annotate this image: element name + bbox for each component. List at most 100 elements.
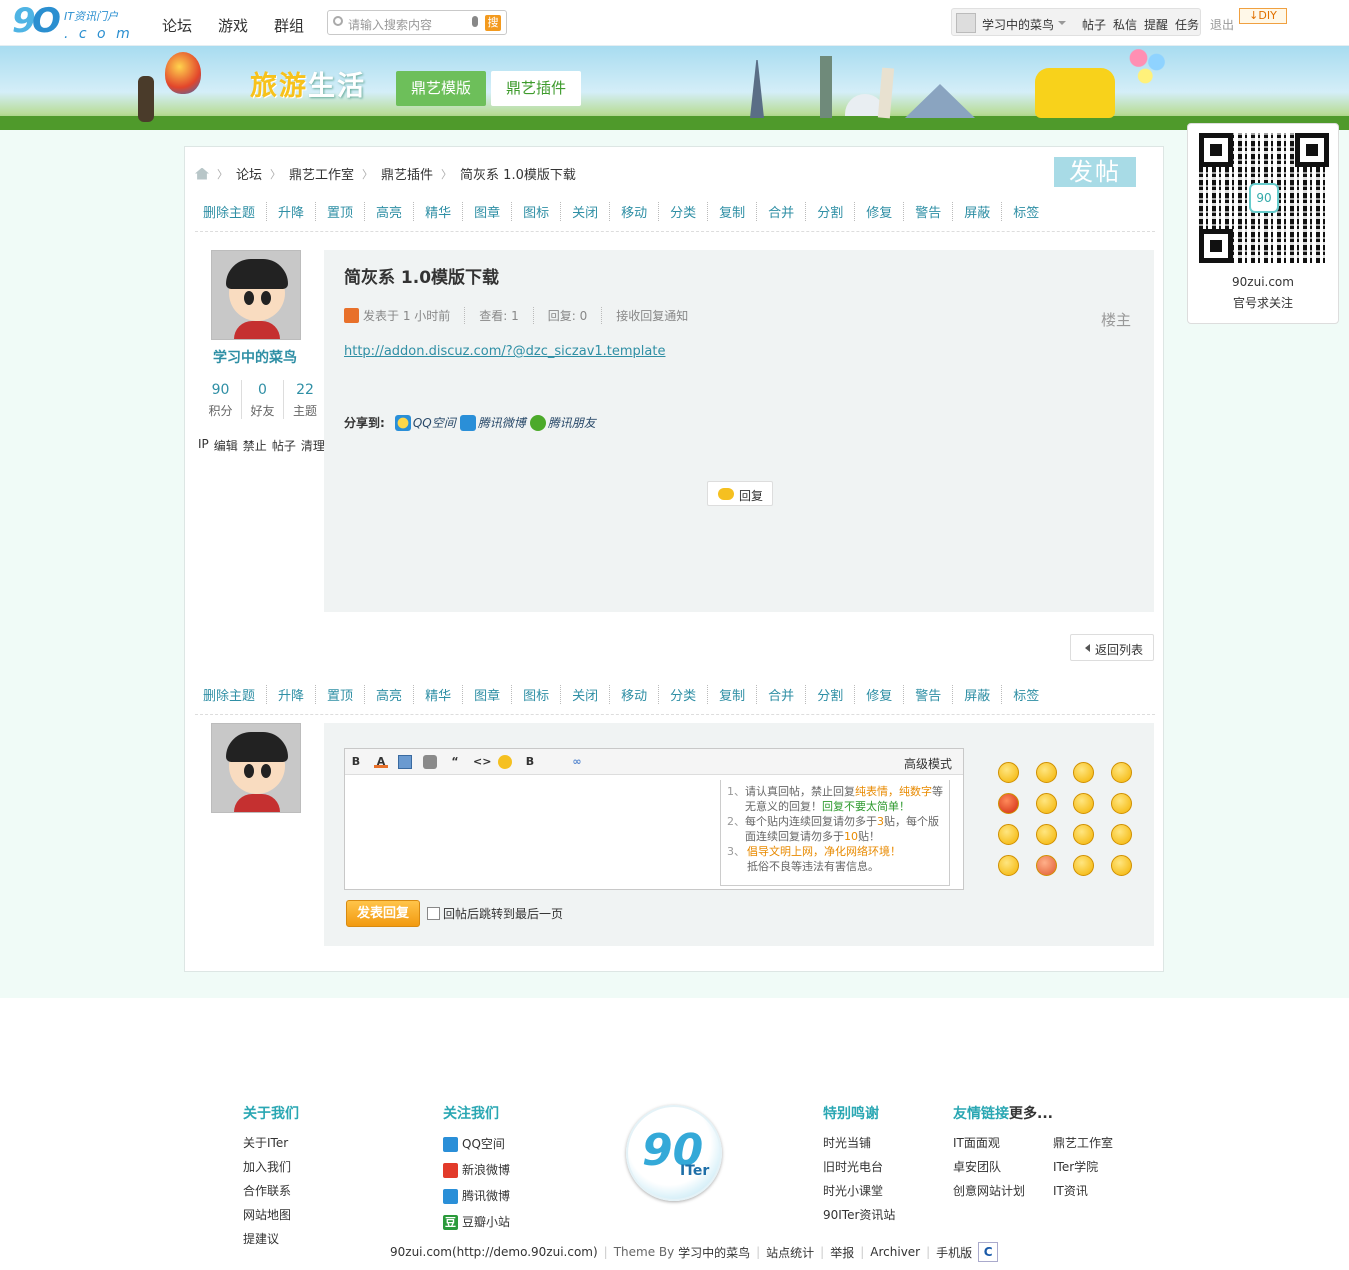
footer-link[interactable]: 时光小课堂 [823,1179,895,1203]
share-tencent-weibo[interactable]: 腾讯微博 [478,414,526,431]
admin-ban[interactable]: 禁止 [243,437,267,454]
mod-icon[interactable]: 图标 [523,202,562,221]
site-logo[interactable]: 9 O IT资讯门户 . c o m [12,1,132,42]
mod-delete[interactable]: 删除主题 [203,202,268,221]
banner-button-templates[interactable]: 鼎艺模版 [396,71,486,106]
jump-checkbox[interactable] [427,907,440,920]
code-icon[interactable]: <> [473,755,491,769]
mod-category[interactable]: 分类 [670,685,709,704]
footer-link[interactable]: 卓安团队 [953,1155,1053,1179]
mod-move[interactable]: 移动 [621,202,660,221]
footer-link[interactable]: IT面面观 [953,1131,1053,1155]
follow-douban[interactable]: 豆豆瓣小站 [443,1209,510,1235]
mod-merge[interactable]: 合并 [768,202,807,221]
mod-copy[interactable]: 复制 [719,685,758,704]
author-name[interactable]: 学习中的菜鸟 [213,347,297,367]
mod-tag[interactable]: 标签 [1013,202,1050,221]
reply-button[interactable]: 回复 [707,481,773,506]
smiley-icon[interactable] [998,793,1020,814]
admin-clean[interactable]: 清理 [301,437,325,454]
mod-highlight[interactable]: 高亮 [376,685,415,704]
post-link[interactable]: http://addon.discuz.com/?@dzc_siczav1.te… [344,344,665,359]
follow-qzone[interactable]: QQ空间 [443,1131,510,1157]
breadcrumb-forum[interactable]: 论坛 [236,164,262,183]
smiley-icon[interactable] [998,824,1020,845]
submit-reply-button[interactable]: 发表回复 [346,900,420,927]
smiley-icon[interactable] [1110,824,1132,845]
smiley-icon[interactable] [1110,855,1132,876]
author-avatar[interactable] [211,250,301,340]
admin-ip[interactable]: IP [198,437,209,454]
logout-link[interactable]: 退出 [1210,16,1234,33]
mod-repair[interactable]: 修复 [866,685,905,704]
jump-to-last-page-option[interactable]: 回帖后跳转到最后一页 [427,905,563,922]
user-link-tasks[interactable]: 任务 [1175,16,1199,33]
smiley-icon[interactable] [1073,824,1095,845]
mod-bump[interactable]: 升降 [278,202,317,221]
search-input[interactable]: 请输入搜索内容 [348,16,432,33]
smiley-icon[interactable] [1035,824,1057,845]
share-tencent-friends[interactable]: 腾讯朋友 [548,414,596,431]
mod-stamp[interactable]: 图章 [474,685,513,704]
tencent-friends-icon[interactable] [529,414,546,431]
smiley-icon[interactable] [1035,855,1057,876]
home-icon[interactable] [195,167,209,180]
user-link-posts[interactable]: 帖子 [1082,16,1106,33]
current-user-avatar[interactable] [211,723,301,813]
nav-forum[interactable]: 论坛 [162,15,192,36]
admin-posts[interactable]: 帖子 [272,437,296,454]
breadcrumb-studio[interactable]: 鼎艺工作室 [289,164,354,183]
mod-warn[interactable]: 警告 [915,202,954,221]
reply-notify-toggle[interactable]: 接收回复通知 [616,307,702,324]
mod-merge[interactable]: 合并 [768,685,807,704]
more-links[interactable]: 更多... [1009,1106,1053,1122]
footer-link[interactable]: 网站地图 [243,1203,299,1227]
banner-button-plugins[interactable]: 鼎艺插件 [491,71,581,106]
quote-icon[interactable]: “ [448,755,462,769]
nav-groups[interactable]: 群组 [274,15,304,36]
back-to-list-button[interactable]: 返回列表 [1070,634,1154,661]
follow-tencent-weibo[interactable]: 腾讯微博 [443,1183,510,1209]
footer-link[interactable]: IT资讯 [1053,1179,1113,1203]
footer-link[interactable]: 鼎艺工作室 [1053,1131,1113,1155]
chevron-down-icon[interactable] [1058,21,1066,25]
mod-tag[interactable]: 标签 [1013,685,1050,704]
footer-link[interactable]: 90ITer资讯站 [823,1203,895,1227]
mod-repair[interactable]: 修复 [866,202,905,221]
image-icon[interactable] [398,755,412,769]
bold-alt-icon[interactable]: B [523,755,537,769]
mod-bump[interactable]: 升降 [278,685,317,704]
mod-highlight[interactable]: 高亮 [376,202,415,221]
stat-threads[interactable]: 22 主题 [284,380,326,419]
mod-move[interactable]: 移动 [621,685,660,704]
footer-link[interactable]: 提建议 [243,1227,299,1251]
smiley-icon[interactable] [1110,793,1132,814]
site-home-link[interactable]: 90zui.com(http://demo.90zui.com) [390,1245,598,1259]
report-link[interactable]: 举报 [830,1244,854,1261]
mod-block[interactable]: 屏蔽 [964,685,1003,704]
user-link-reminders[interactable]: 提醒 [1144,16,1168,33]
footer-link[interactable]: 旧时光电台 [823,1155,895,1179]
smiley-icon[interactable] [1110,762,1132,783]
mod-delete[interactable]: 删除主题 [203,685,268,704]
tencent-weibo-icon[interactable] [459,414,476,431]
microphone-icon[interactable] [472,16,478,27]
footer-link[interactable]: 时光当铺 [823,1131,895,1155]
nav-games[interactable]: 游戏 [218,15,248,36]
theme-author-link[interactable]: 学习中的菜鸟 [678,1244,750,1261]
footer-link[interactable]: 合作联系 [243,1179,299,1203]
mod-close[interactable]: 关闭 [572,202,611,221]
mod-warn[interactable]: 警告 [915,685,954,704]
smiley-icon[interactable] [998,762,1020,783]
user-avatar[interactable] [956,13,976,33]
archiver-link[interactable]: Archiver [870,1245,920,1259]
smiley-icon[interactable] [498,755,512,769]
cnzz-icon[interactable]: C [978,1242,999,1262]
qzone-icon[interactable] [394,414,411,431]
mod-digest[interactable]: 精华 [425,202,464,221]
smiley-icon[interactable] [1073,793,1095,814]
mod-icon[interactable]: 图标 [523,685,562,704]
smiley-icon[interactable] [1073,762,1095,783]
mobile-link[interactable]: 手机版 [936,1244,972,1261]
smiley-icon[interactable] [998,855,1020,876]
